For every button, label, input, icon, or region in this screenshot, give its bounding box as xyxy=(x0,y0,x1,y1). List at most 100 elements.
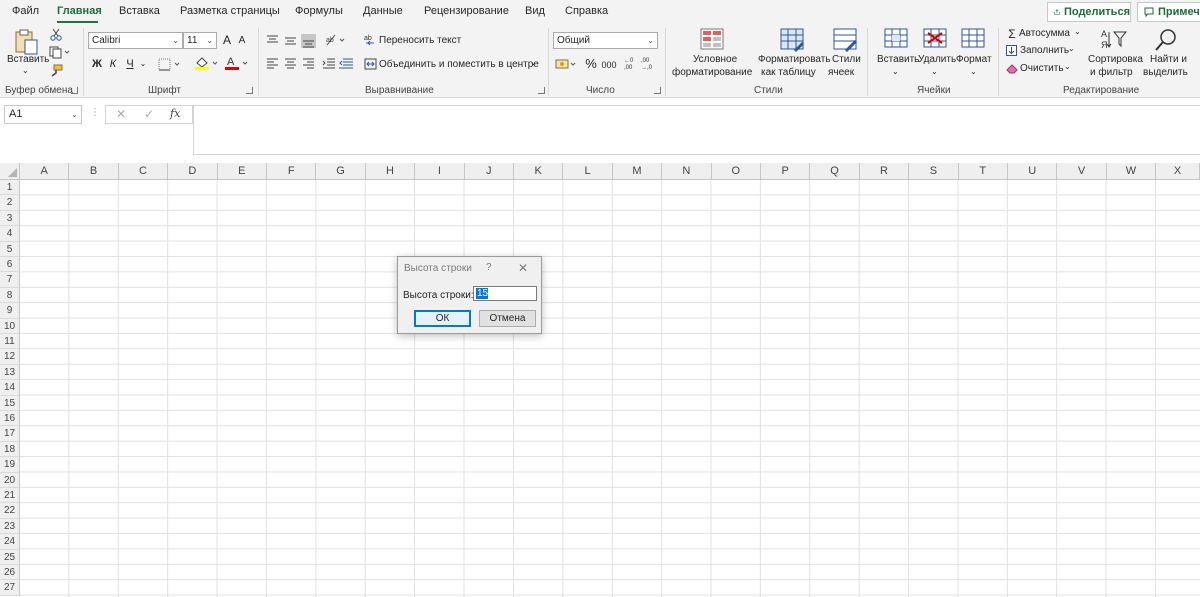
column-header[interactable]: C xyxy=(118,163,169,180)
clipboard-launcher[interactable] xyxy=(71,87,78,94)
row-header[interactable]: 3 xyxy=(0,210,20,227)
column-header[interactable]: R xyxy=(859,163,910,180)
delete-cells-icon[interactable] xyxy=(923,28,949,50)
insert-cells-icon[interactable] xyxy=(884,28,910,50)
cell-area[interactable] xyxy=(20,180,1200,597)
column-header[interactable]: V xyxy=(1057,163,1107,180)
format-cells-button[interactable]: Формат xyxy=(956,54,992,65)
cell-styles-label-2[interactable]: ячеек xyxy=(828,67,854,78)
tab-page-layout[interactable]: Разметка страницы xyxy=(180,5,280,17)
tab-home[interactable]: Главная xyxy=(57,5,102,17)
font-size-select[interactable]: 11 ⌄ xyxy=(183,32,217,49)
format-cells-icon[interactable] xyxy=(961,28,987,50)
column-header[interactable]: P xyxy=(761,163,811,180)
cancel-edit-icon[interactable]: ✕ xyxy=(116,107,126,121)
insert-cells-dropdown[interactable]: ⌄ xyxy=(892,67,899,76)
column-header[interactable]: T xyxy=(958,163,1008,180)
row-header[interactable]: 17 xyxy=(0,426,20,442)
tab-insert[interactable]: Вставка xyxy=(119,5,160,17)
column-header[interactable]: M xyxy=(612,163,663,180)
italic-button[interactable]: К xyxy=(107,56,119,72)
row-header[interactable]: 18 xyxy=(0,441,20,458)
decimal-icon[interactable]: ←0,00 ,00→,0 xyxy=(624,56,658,70)
column-header[interactable]: G xyxy=(316,163,366,180)
share-button[interactable]: Поделиться xyxy=(1047,2,1131,22)
bold-button[interactable]: Ж xyxy=(90,56,104,72)
thousands-button[interactable]: 000 xyxy=(600,57,618,73)
wrap-text-button[interactable]: Переносить текст xyxy=(379,35,461,46)
tab-view[interactable]: Вид xyxy=(525,5,545,17)
insert-cells-button[interactable]: Вставить xyxy=(877,54,919,65)
currency-icon[interactable] xyxy=(555,58,579,70)
column-header[interactable]: F xyxy=(267,163,317,180)
tab-file[interactable]: Файл xyxy=(12,5,39,17)
clear-button[interactable]: Очистить xyxy=(1020,63,1064,74)
fill-color-icon[interactable] xyxy=(194,55,220,71)
row-header[interactable]: 23 xyxy=(0,518,20,535)
row-header[interactable]: 20 xyxy=(0,472,20,488)
find-select-label-1[interactable]: Найти и xyxy=(1150,54,1187,65)
row-header[interactable]: 22 xyxy=(0,503,20,519)
row-header[interactable]: 14 xyxy=(0,380,20,396)
row-header[interactable]: 27 xyxy=(0,580,20,596)
enter-edit-icon[interactable]: ✓ xyxy=(144,107,154,121)
row-header[interactable]: 16 xyxy=(0,411,20,427)
row-header[interactable]: 11 xyxy=(0,334,20,350)
font-color-icon[interactable]: A xyxy=(224,55,250,71)
merge-center-button[interactable]: Объединить и поместить в центре xyxy=(379,59,539,70)
number-format-select[interactable]: Общий ⌄ xyxy=(553,32,658,49)
row-header[interactable]: 25 xyxy=(0,549,20,565)
column-header[interactable]: Q xyxy=(810,163,860,180)
row-header[interactable]: 6 xyxy=(0,257,20,273)
row-header[interactable]: 12 xyxy=(0,349,20,365)
row-header[interactable]: 26 xyxy=(0,565,20,581)
copy-icon[interactable] xyxy=(49,46,71,59)
number-launcher[interactable] xyxy=(654,87,661,94)
vertical-align-icons[interactable] xyxy=(266,34,318,48)
help-icon[interactable]: ? xyxy=(486,262,492,273)
column-header[interactable]: W xyxy=(1106,163,1157,180)
insert-function-icon[interactable]: fx xyxy=(170,107,180,120)
column-header[interactable]: D xyxy=(168,163,218,180)
tab-review[interactable]: Рецензирование xyxy=(424,5,509,17)
autosum-dropdown[interactable]: ⌄ xyxy=(1074,27,1081,36)
format-table-label-1[interactable]: Форматировать xyxy=(758,54,831,65)
row-header[interactable]: 7 xyxy=(0,272,20,288)
select-all-button[interactable] xyxy=(0,163,20,180)
cell-styles-icon[interactable] xyxy=(833,28,859,52)
autosum-button[interactable]: Автосумма xyxy=(1019,28,1070,39)
row-header[interactable]: 19 xyxy=(0,457,20,473)
format-table-icon[interactable] xyxy=(780,28,806,52)
sort-filter-icon[interactable]: AЯ xyxy=(1100,28,1128,52)
column-header[interactable]: S xyxy=(909,163,959,180)
tab-data[interactable]: Данные xyxy=(363,5,403,17)
row-header[interactable]: 2 xyxy=(0,195,20,211)
row-header[interactable]: 21 xyxy=(0,488,20,504)
row-header[interactable]: 1 xyxy=(0,180,20,196)
autosum-icon[interactable]: Σ xyxy=(1006,26,1018,42)
format-table-label-2[interactable]: как таблицу xyxy=(761,67,816,78)
row-header[interactable]: 4 xyxy=(0,226,20,242)
column-header[interactable]: A xyxy=(20,163,70,180)
row-header[interactable]: 10 xyxy=(0,318,20,334)
column-header[interactable]: E xyxy=(217,163,267,180)
column-header[interactable]: L xyxy=(563,163,613,180)
column-header[interactable]: N xyxy=(662,163,712,180)
indent-icons[interactable] xyxy=(322,58,354,70)
paste-dropdown-arrow[interactable]: ⌄ xyxy=(22,66,29,75)
row-header[interactable]: 5 xyxy=(0,241,20,257)
clear-dropdown[interactable]: ⌄ xyxy=(1064,62,1071,71)
eraser-icon[interactable] xyxy=(1006,63,1018,74)
column-header[interactable]: X xyxy=(1156,163,1200,180)
find-icon[interactable] xyxy=(1153,27,1179,53)
row-height-input[interactable]: 15 xyxy=(473,286,537,301)
name-box[interactable]: A1 ⌄ xyxy=(4,105,82,124)
percent-button[interactable]: % xyxy=(584,56,598,72)
row-header[interactable]: 24 xyxy=(0,534,20,550)
horizontal-align-icons[interactable] xyxy=(266,58,318,70)
merge-icon[interactable] xyxy=(364,58,377,70)
format-painter-icon[interactable] xyxy=(49,64,63,77)
delete-cells-button[interactable]: Удалить xyxy=(918,54,956,65)
wrap-text-icon[interactable]: ab xyxy=(364,33,377,47)
column-header[interactable]: J xyxy=(464,163,514,180)
